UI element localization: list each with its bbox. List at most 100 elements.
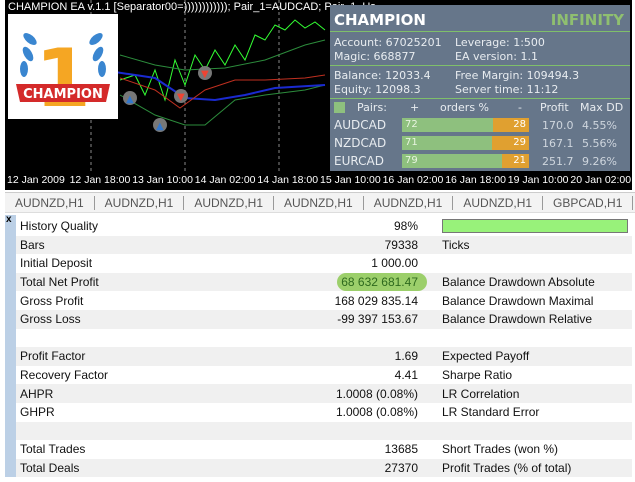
header-minus: - xyxy=(518,101,522,114)
chart-tab[interactable]: AUDNZD,H1 xyxy=(364,195,454,210)
table-row: Recovery Factor 4.41 Sharpe Ratio xyxy=(16,366,632,385)
table-row: Total Net Profit 68 632 681.47 Balance Dra… xyxy=(16,272,632,292)
table-row: GHPR 1.0008 (0.08%) LR Standard Error xyxy=(16,403,632,422)
legend-swatch xyxy=(334,102,345,113)
table-row: Profit Factor 1.69 Expected Payoff xyxy=(16,347,632,366)
pair-name: AUDCAD xyxy=(334,118,387,132)
table-row xyxy=(16,329,632,348)
equity: Equity: 12098.3 xyxy=(334,83,421,96)
table-row: AHPR 1.0008 (0.08%) LR Correlation xyxy=(16,384,632,403)
table-row: History Quality 98% xyxy=(16,217,632,236)
close-icon[interactable]: x xyxy=(6,214,12,225)
pair-maxdd: 4.55% xyxy=(582,119,617,132)
row-label: Recovery Factor xyxy=(20,368,109,383)
row-value: 79338 xyxy=(384,237,418,252)
chart-title: CHAMPION EA v.1.1 [Separator00=)))))))))… xyxy=(8,1,376,13)
row-right-label: Profit Trades (% of total) xyxy=(442,461,572,476)
row-right-label: Balance Drawdown Absolute xyxy=(442,275,595,290)
table-row: Total Deals 27370 Profit Trades (% of tota… xyxy=(16,458,632,478)
table-row: Initial Deposit 1 000.00 xyxy=(16,254,632,273)
row-right-label: Short Trades (won %) xyxy=(442,442,559,457)
svg-text:1: 1 xyxy=(35,32,91,119)
header-profit: Profit xyxy=(540,101,569,114)
row-right-label: LR Correlation xyxy=(442,386,520,401)
row-right-label: Expected Payoff xyxy=(442,349,530,364)
plus-bar: 71 xyxy=(402,136,493,150)
row-value: -99 397 153.67 xyxy=(337,312,418,327)
side-strip xyxy=(5,215,16,477)
header-plus: + xyxy=(410,101,420,114)
svg-text:▲: ▲ xyxy=(126,94,134,105)
chart-tab[interactable]: AUDNZD,H1 xyxy=(274,195,364,210)
row-value: 168 029 835.14 xyxy=(334,293,418,308)
server-time: Server time: 11:12 xyxy=(455,83,559,96)
row-label: Total Trades xyxy=(20,442,86,457)
table-row: Gross Profit 168 029 835.14 Balance Drawdo… xyxy=(16,291,632,310)
row-value: 1.69 xyxy=(394,349,418,364)
time-tick: 14 Jan 02:00 xyxy=(194,174,256,186)
minus-bar: 21 xyxy=(502,154,529,168)
pair-profit: 167.1 xyxy=(542,137,574,150)
champion-logo: 1 CHAMPION xyxy=(8,14,118,125)
svg-text:▼: ▼ xyxy=(177,92,185,103)
row-label: History Quality xyxy=(20,219,99,234)
row-label: Total Net Profit xyxy=(20,275,99,290)
time-tick: 20 Jan 02:00 xyxy=(570,174,632,186)
table-row xyxy=(16,421,632,441)
row-right-label: Ticks xyxy=(442,237,470,252)
row-label: AHPR xyxy=(20,386,54,401)
leverage: Leverage: 1:500 xyxy=(455,36,545,49)
row-label: Initial Deposit xyxy=(20,256,93,271)
chart-tabs: AUDNZD,H1 AUDNZD,H1 AUDNZD,H1 AUDNZD,H1 AUDN… xyxy=(5,192,635,213)
minus-bar: 29 xyxy=(492,136,529,150)
row-value: 68 632 681.47 xyxy=(341,275,418,290)
pair-maxdd: 9.26% xyxy=(582,155,617,168)
row-right-label: LR Standard Error xyxy=(442,405,540,420)
svg-text:CHAMPION: CHAMPION xyxy=(23,87,103,102)
time-tick: 16 Jan 18:00 xyxy=(445,174,506,186)
time-tick: 15 Jan 10:00 xyxy=(320,174,381,186)
row-value: 98% xyxy=(393,219,418,234)
row-label: GHPR xyxy=(20,405,55,420)
row-label: Total Deals xyxy=(20,461,80,476)
row-right-label: Balance Drawdown Maximal xyxy=(442,293,594,308)
row-label: Bars xyxy=(20,237,45,252)
time-tick: 12 Jan 18:00 xyxy=(69,174,131,186)
header-pairs: Pairs: xyxy=(357,101,387,114)
row-value: 4.41 xyxy=(394,368,418,383)
table-row: Bars 79338 Ticks xyxy=(16,235,632,255)
row-label: Profit Factor xyxy=(20,349,86,364)
row-value: 1 000.00 xyxy=(371,256,418,271)
report-table: History Quality 98% Bars 79338 Ticks Initial … xyxy=(16,217,632,478)
table-row: Total Trades 13685 Short Trades (won %) xyxy=(16,440,632,459)
chart-tab[interactable]: GBPCAD,H1 xyxy=(543,195,634,210)
ea-version: EA version: 1.1 xyxy=(455,50,538,63)
chart-tab[interactable]: AUDNZD,H1 xyxy=(95,195,185,210)
price-chart[interactable]: ▲ ▲ ▼ ▼ CHAMPION EA v.1.1 [Separator00=))))… xyxy=(5,0,632,190)
table-row: Gross Loss -99 397 153.67 Balance Drawdown… xyxy=(16,309,632,329)
time-axis: 12 Jan 2009 12 Jan 18:00 13 Jan 10:00 14 Ja… xyxy=(5,172,632,190)
row-label: Gross Loss xyxy=(20,312,81,327)
panel-title: CHAMPION xyxy=(334,11,426,29)
svg-text:▲: ▲ xyxy=(156,121,164,132)
account: Account: 67025201 xyxy=(334,36,442,49)
pair-profit: 251.7 xyxy=(542,155,574,168)
plus-bar: 79 xyxy=(402,154,503,168)
row-right-label: Sharpe Ratio xyxy=(442,368,513,383)
row-label: Gross Profit xyxy=(20,293,84,308)
time-tick: 13 Jan 10:00 xyxy=(132,174,193,186)
pair-profit: 170.0 xyxy=(542,119,574,132)
row-value: 13685 xyxy=(384,442,418,457)
row-right-label: Balance Drawdown Relative xyxy=(442,312,593,327)
chart-tab[interactable]: AUDNZD,H1 xyxy=(5,195,95,210)
chart-tab[interactable]: AUDNZD,H1 xyxy=(453,195,544,210)
time-tick: 16 Jan 02:00 xyxy=(382,174,444,186)
minus-bar: 28 xyxy=(493,118,529,132)
header-maxdd: Max DD xyxy=(580,101,624,114)
row-value: 27370 xyxy=(384,461,418,476)
chart-tab[interactable]: AUDNZD,H1 xyxy=(184,195,275,210)
time-tick: 14 Jan 18:00 xyxy=(257,174,319,186)
magic: Magic: 668877 xyxy=(334,50,416,63)
balance: Balance: 12033.4 xyxy=(334,69,431,82)
panel-subtitle: INFINITY xyxy=(550,11,624,29)
